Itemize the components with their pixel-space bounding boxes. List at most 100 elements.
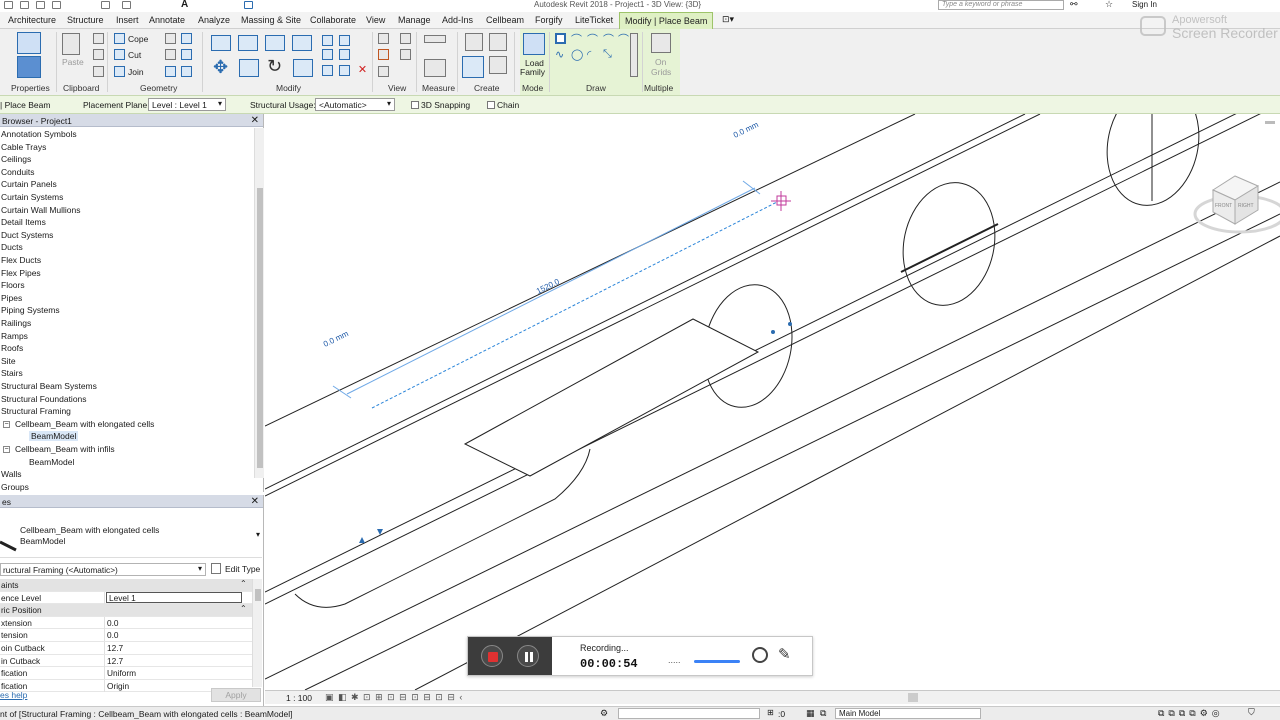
tree-type-beammodel[interactable]: BeamModel: [29, 457, 74, 467]
pick-lines-icon[interactable]: ⤡: [603, 48, 612, 61]
type-properties-icon[interactable]: [17, 56, 41, 78]
tree-collapse-icon[interactable]: −: [3, 446, 10, 453]
copy-element-icon[interactable]: [239, 59, 259, 77]
tree-item[interactable]: Roofs: [1, 343, 23, 353]
property-group-header[interactable]: aints ⌃: [0, 579, 252, 592]
mirror-axis-icon[interactable]: [265, 35, 285, 51]
cut-button[interactable]: Cut: [128, 50, 141, 60]
paint-icon[interactable]: [181, 49, 192, 60]
wall-joins-icon[interactable]: [165, 33, 176, 44]
stop-record-button[interactable]: [481, 645, 503, 667]
cope-button[interactable]: Cope: [128, 34, 148, 44]
selection-toggles-icons[interactable]: ⧉⧉⧉⧉⚙◎: [1158, 708, 1224, 719]
tree-item[interactable]: Pipes: [1, 293, 22, 303]
property-value[interactable]: 12.7: [107, 643, 123, 653]
undo-icon[interactable]: [52, 1, 61, 9]
tree-family-elongated[interactable]: Cellbeam_Beam with elongated cells: [15, 419, 154, 429]
tree-item[interactable]: Ceilings: [1, 154, 31, 164]
tree-item[interactable]: Cable Trays: [1, 142, 46, 152]
filter-dropdown-icon[interactable]: ▾: [198, 564, 202, 573]
line-draw-icon[interactable]: [555, 33, 566, 44]
structural-usage-select[interactable]: <Automatic>: [315, 98, 395, 111]
property-value[interactable]: Level 1: [106, 591, 242, 603]
view-scale[interactable]: 1 : 100: [286, 693, 312, 703]
property-value[interactable]: 12.7: [107, 656, 123, 666]
array-icon[interactable]: [322, 49, 333, 60]
unjoin-icon[interactable]: [165, 49, 176, 60]
horizontal-scroll-thumb[interactable]: [908, 693, 918, 702]
tab-options-icon[interactable]: ⊡▾: [722, 14, 734, 25]
pen-icon[interactable]: ✎: [778, 645, 791, 663]
properties-scrollbar[interactable]: [252, 579, 262, 687]
star-icon[interactable]: ☆: [1105, 0, 1113, 10]
arc-start-end-icon[interactable]: ⌒: [571, 31, 582, 47]
press-drag-icon[interactable]: ⧉: [820, 708, 826, 719]
linework-icon[interactable]: [378, 49, 389, 60]
webcam-icon[interactable]: [752, 647, 768, 663]
tab-analyze[interactable]: Analyze: [198, 15, 230, 25]
tree-item[interactable]: Ducts: [1, 242, 23, 252]
cut-geometry-icon[interactable]: [114, 49, 125, 60]
instance-filter-select[interactable]: ructural Framing (<Automatic>): [0, 563, 206, 576]
remove-paint-icon[interactable]: [181, 66, 192, 77]
paste-label[interactable]: Paste: [62, 57, 84, 67]
partial-ellipse-icon[interactable]: ◜: [587, 48, 591, 61]
cut-clip-icon[interactable]: [93, 33, 104, 44]
split-face-icon[interactable]: [181, 33, 192, 44]
beam-model-drawing[interactable]: 0.0 mm 0.0 mm 1520.0 FRONT RIGHT: [265, 114, 1280, 690]
arc-center-icon[interactable]: ⌒: [587, 31, 598, 47]
tab-insert[interactable]: Insert: [116, 15, 139, 25]
collapse-group-icon[interactable]: ⌃: [240, 579, 247, 588]
property-group-header[interactable]: ric Position ⌃: [0, 604, 252, 617]
edit-type-icon[interactable]: [211, 563, 221, 574]
aligned-dimension-icon[interactable]: [424, 59, 446, 77]
tree-item[interactable]: Structural Beam Systems: [1, 381, 97, 391]
tab-annotate[interactable]: Annotate: [149, 15, 185, 25]
tree-item[interactable]: Stairs: [1, 368, 23, 378]
tab-liteticket[interactable]: LiteTicket: [575, 15, 613, 25]
property-value[interactable]: 0.0: [107, 630, 119, 640]
tab-massing-site[interactable]: Massing & Site: [241, 15, 301, 25]
tree-item[interactable]: Groups: [1, 482, 29, 492]
tab-add-ins[interactable]: Add-Ins: [442, 15, 473, 25]
tree-family-infils[interactable]: Cellbeam_Beam with infils: [15, 444, 115, 454]
edit-type-button[interactable]: Edit Type: [225, 564, 260, 574]
pause-record-button[interactable]: [517, 645, 539, 667]
search-input[interactable]: Type a keyword or phrase: [938, 0, 1064, 10]
type-dropdown-icon[interactable]: ▾: [256, 530, 260, 539]
tree-item[interactable]: Curtain Panels: [1, 179, 57, 189]
tree-item[interactable]: Ramps: [1, 331, 28, 341]
tree-item[interactable]: Railings: [1, 318, 31, 328]
tab-collaborate[interactable]: Collaborate: [310, 15, 356, 25]
tree-item[interactable]: Flex Ducts: [1, 255, 41, 265]
tree-item[interactable]: Structural Framing: [1, 406, 71, 416]
ellipse-icon[interactable]: ◯: [571, 48, 583, 61]
tree-item[interactable]: Floors: [1, 280, 25, 290]
split-gap-icon[interactable]: [339, 35, 350, 46]
3d-snapping-checkbox[interactable]: [411, 101, 419, 109]
tab-forgify[interactable]: Forgify: [535, 15, 563, 25]
filter-icon[interactable]: ⛉: [1248, 707, 1255, 718]
3d-view-icon[interactable]: [244, 1, 253, 9]
arc-fillet-icon[interactable]: ⌒: [618, 31, 629, 47]
sync-icon[interactable]: [36, 1, 45, 9]
create-parts-icon[interactable]: [489, 33, 507, 51]
tree-item[interactable]: Curtain Wall Mullions: [1, 205, 81, 215]
properties-close-icon[interactable]: ✕: [251, 496, 259, 507]
tree-item[interactable]: Duct Systems: [1, 230, 53, 240]
binoculars-icon[interactable]: ⚯: [1070, 0, 1078, 10]
unpin-icon[interactable]: [339, 65, 350, 76]
browser-scrollbar[interactable]: [254, 128, 264, 478]
design-options-icon[interactable]: ▦: [806, 708, 815, 719]
hide-icon[interactable]: [378, 33, 389, 44]
tree-item[interactable]: Annotation Symbols: [1, 129, 77, 139]
sign-in-button[interactable]: Sign In: [1132, 0, 1157, 9]
print-icon[interactable]: [101, 1, 110, 9]
load-family-icon[interactable]: [523, 33, 545, 55]
apply-button[interactable]: Apply: [211, 688, 261, 702]
cope-icon[interactable]: [114, 33, 125, 44]
delete-icon[interactable]: ✕: [357, 65, 368, 76]
editable-only-icon[interactable]: ⊞: [767, 708, 774, 717]
property-value[interactable]: Origin: [107, 681, 129, 691]
scale-icon[interactable]: [339, 49, 350, 60]
